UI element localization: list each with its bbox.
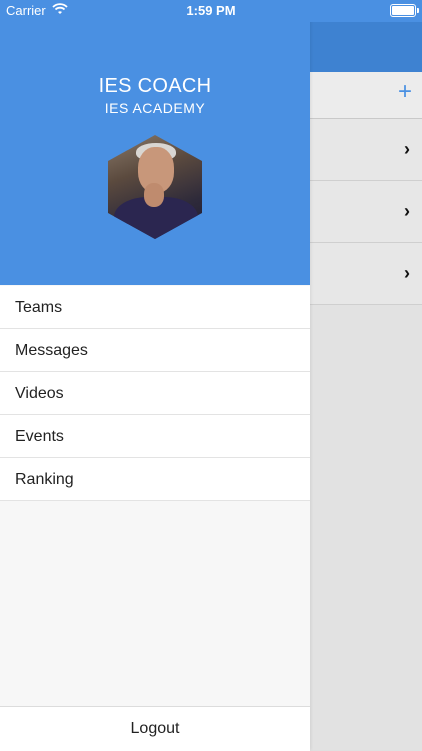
avatar[interactable] bbox=[108, 135, 202, 239]
background-row[interactable]: › bbox=[310, 119, 422, 181]
background-nav-bar bbox=[310, 22, 422, 72]
background-toolbar: + bbox=[310, 72, 422, 119]
background-screen: + › › › bbox=[310, 22, 422, 750]
drawer-menu: Teams Messages Videos Events Ranking bbox=[0, 286, 310, 501]
menu-item-messages[interactable]: Messages bbox=[0, 329, 310, 372]
side-drawer: IES COACH IES ACADEMY Teams Messages Vid… bbox=[0, 0, 310, 751]
battery-icon bbox=[390, 4, 419, 17]
clock: 1:59 PM bbox=[186, 3, 236, 18]
profile-organization: IES ACADEMY bbox=[104, 100, 206, 116]
menu-item-ranking[interactable]: Ranking bbox=[0, 458, 310, 501]
add-icon[interactable]: + bbox=[398, 80, 412, 104]
profile-name: IES COACH bbox=[98, 75, 212, 97]
chevron-right-icon: › bbox=[404, 201, 410, 221]
background-row[interactable]: › bbox=[310, 243, 422, 305]
background-row[interactable]: › bbox=[310, 181, 422, 243]
menu-item-events[interactable]: Events bbox=[0, 415, 310, 458]
menu-item-teams[interactable]: Teams bbox=[0, 286, 310, 329]
chevron-right-icon: › bbox=[404, 139, 410, 159]
chevron-right-icon: › bbox=[404, 263, 410, 283]
status-bar: Carrier 1:59 PM bbox=[0, 0, 422, 22]
menu-item-videos[interactable]: Videos bbox=[0, 372, 310, 415]
avatar-hand bbox=[144, 183, 164, 207]
profile-header: IES COACH IES ACADEMY bbox=[0, 0, 310, 285]
logout-button[interactable]: Logout bbox=[0, 706, 310, 751]
